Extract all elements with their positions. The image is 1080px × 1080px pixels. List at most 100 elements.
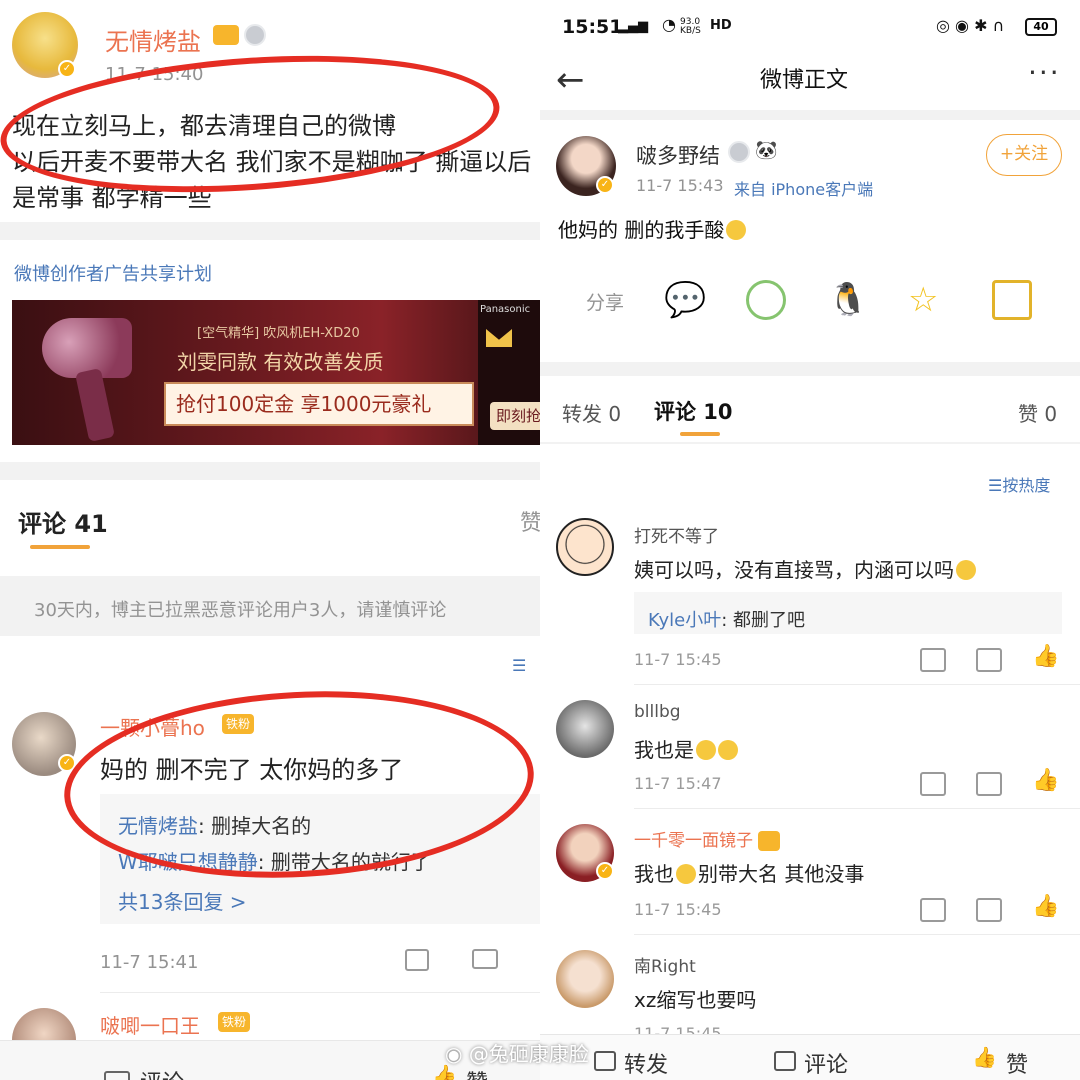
status-bar: 15:51 ▂▄▆ ◔ 93.0 KB/S HD ◎ ◉ ✱ ∩ 40 [540, 0, 1080, 54]
comment-text: 我也是 [634, 734, 738, 763]
verified-icon: ✓ [596, 862, 614, 880]
section-divider [540, 362, 1080, 376]
post-time: 11-7 15:43 [636, 176, 724, 195]
commenter-avatar[interactable] [556, 700, 614, 758]
tab-comment-underline [680, 432, 720, 436]
reply-line: Kyle小叶: 都删了吧 [648, 606, 805, 632]
sort-icon: ☰ [988, 476, 1003, 495]
like-tab-label[interactable]: 赞 [520, 505, 540, 537]
bottom-like-label[interactable]: 赞 [466, 1065, 488, 1080]
back-arrow-icon[interactable]: ← [556, 60, 585, 100]
like-icon[interactable]: 👍 [1032, 768, 1059, 793]
ad-headline: 刘雯同款 有效改善发质 [177, 350, 384, 374]
watermark: ◉ @兔砸康康脸 [445, 1038, 589, 1067]
reply-icon[interactable] [976, 648, 1002, 672]
more-menu-icon[interactable]: ··· [1028, 56, 1061, 89]
bottom-repost-label[interactable]: 转发 [624, 1047, 668, 1079]
reply-user[interactable]: W耶啵只想静静 [118, 850, 258, 874]
follow-button[interactable]: +关注 [986, 134, 1062, 176]
reply-icon[interactable] [976, 772, 1002, 796]
comment-icon[interactable] [104, 1071, 130, 1080]
share-icon[interactable] [920, 898, 946, 922]
post-text-line2: 以后开麦不要带大名 我们家不是糊咖了 撕逼以后 [12, 148, 532, 176]
comment-user[interactable]: 一颗小瞢ho [100, 712, 205, 741]
repost-icon[interactable] [594, 1051, 616, 1071]
tab-comment[interactable]: 评论 10 [654, 396, 733, 426]
comment-separator [634, 684, 1080, 685]
reply-user[interactable]: Kyle小叶 [648, 610, 721, 631]
comment-text-before: 我也 [634, 862, 674, 886]
tab-divider [540, 442, 1080, 444]
post-author-name[interactable]: 啵多野结 [636, 140, 720, 170]
ad-cta-button[interactable]: 即刻抢 [490, 402, 540, 430]
share-icon[interactable] [920, 648, 946, 672]
author-badges: 🐼 [728, 140, 778, 163]
bottom-comment-label[interactable]: 评论 [804, 1047, 848, 1079]
like-icon[interactable]: 👍 [1032, 644, 1059, 669]
comment-user[interactable]: 南Right [634, 952, 696, 977]
like-icon[interactable]: 👍 [972, 1045, 997, 1069]
bottom-bar: 转发 评论 👍 赞 [540, 1034, 1080, 1080]
verified-icon: ✓ [58, 60, 76, 78]
status-time: 15:51 [562, 16, 623, 38]
comment-separator [634, 808, 1080, 809]
commenter-avatar[interactable] [556, 950, 614, 1008]
ad-banner[interactable]: [空气精华] 吹风机EH-XD20 刘雯同款 有效改善发质 抢付100定金 享1… [12, 300, 540, 445]
sort-by-hot[interactable]: ☰按热度 [988, 472, 1050, 496]
ad-product: [空气精华] 吹风机EH-XD20 [197, 326, 360, 341]
tab-repost[interactable]: 转发 0 [562, 398, 621, 427]
qq-icon[interactable]: 🐧 [828, 280, 868, 320]
reply-text: : 都删了吧 [721, 610, 806, 631]
comment-icon[interactable] [774, 1051, 796, 1071]
nav-bar: ← 微博正文 ··· [540, 54, 1080, 114]
comments-tab-label[interactable]: 评论 41 [18, 504, 108, 539]
comment-time: 11-7 15:45 [634, 650, 722, 669]
medal-icon [728, 140, 750, 163]
wifi-icon: ◔ [662, 15, 676, 34]
share-icon[interactable] [405, 949, 429, 971]
section-divider [540, 110, 1080, 120]
post-text-content: 他妈的 删的我手酸 [558, 218, 725, 242]
comment-user[interactable]: 一千零一面镜子 [634, 826, 781, 851]
comment-user[interactable]: 啵唧一口王 [100, 1010, 200, 1039]
screenshot-collage: ✓ 无情烤盐 11-7 15:40 现在立刻马上，都去清理自己的微博 以后开麦不… [0, 0, 1080, 1080]
comment-time: 11-7 15:41 [100, 952, 199, 973]
share-icon[interactable] [920, 772, 946, 796]
commenter-avatar[interactable] [556, 518, 614, 576]
comment-time: 11-7 15:47 [634, 774, 722, 793]
ad-program-link[interactable]: 微博创作者广告共享计划 [14, 260, 212, 286]
blacklist-notice: 30天内，博主已拉黑恶意评论用户3人，请谨慎评论 [34, 600, 447, 621]
post-source: 来自 iPhone客户端 [734, 180, 874, 199]
wechat-icon[interactable]: 💬 [664, 280, 706, 320]
more-replies-link[interactable]: 共13条回复 > [118, 886, 247, 915]
sort-label: 按热度 [1002, 476, 1051, 495]
comment-text: xz缩写也要吗 [634, 988, 757, 1012]
network-speed: 93.0 KB/S [680, 17, 701, 36]
like-icon[interactable]: 👍 [1032, 894, 1059, 919]
section-divider [0, 222, 540, 240]
reply-icon[interactable] [472, 949, 498, 969]
verified-icon: ✓ [596, 176, 614, 194]
moments-icon[interactable] [746, 280, 786, 320]
bottom-comment-label[interactable]: 评论 [140, 1065, 184, 1080]
sort-icon[interactable]: ☰ [512, 656, 526, 675]
reply-user[interactable]: 无情烤盐 [118, 814, 198, 838]
reply-text: : 删带大名的就行了 [257, 850, 431, 874]
page-title: 微博正文 [760, 68, 849, 93]
comment-user[interactable]: 打死不等了 [634, 522, 719, 547]
fan-badge: 铁粉 [218, 1011, 251, 1032]
post-time: 11-7 15:40 [105, 64, 204, 85]
save-image-icon[interactable] [992, 280, 1032, 320]
comments-tab-underline [30, 545, 90, 549]
comment-user[interactable]: blllbg [634, 702, 681, 722]
comment-text-content: 我也是 [634, 738, 694, 762]
fan-badge-icon [758, 831, 781, 851]
comment-time: 11-7 15:45 [634, 900, 722, 919]
post-author-name[interactable]: 无情烤盐 [105, 22, 201, 57]
comment-separator [100, 992, 540, 993]
qzone-icon[interactable]: ☆ [908, 280, 948, 320]
tab-like[interactable]: 赞 0 [1018, 398, 1057, 427]
panda-icon: 🐼 [755, 140, 778, 161]
bottom-like-label[interactable]: 赞 [1006, 1047, 1028, 1079]
reply-icon[interactable] [976, 898, 1002, 922]
